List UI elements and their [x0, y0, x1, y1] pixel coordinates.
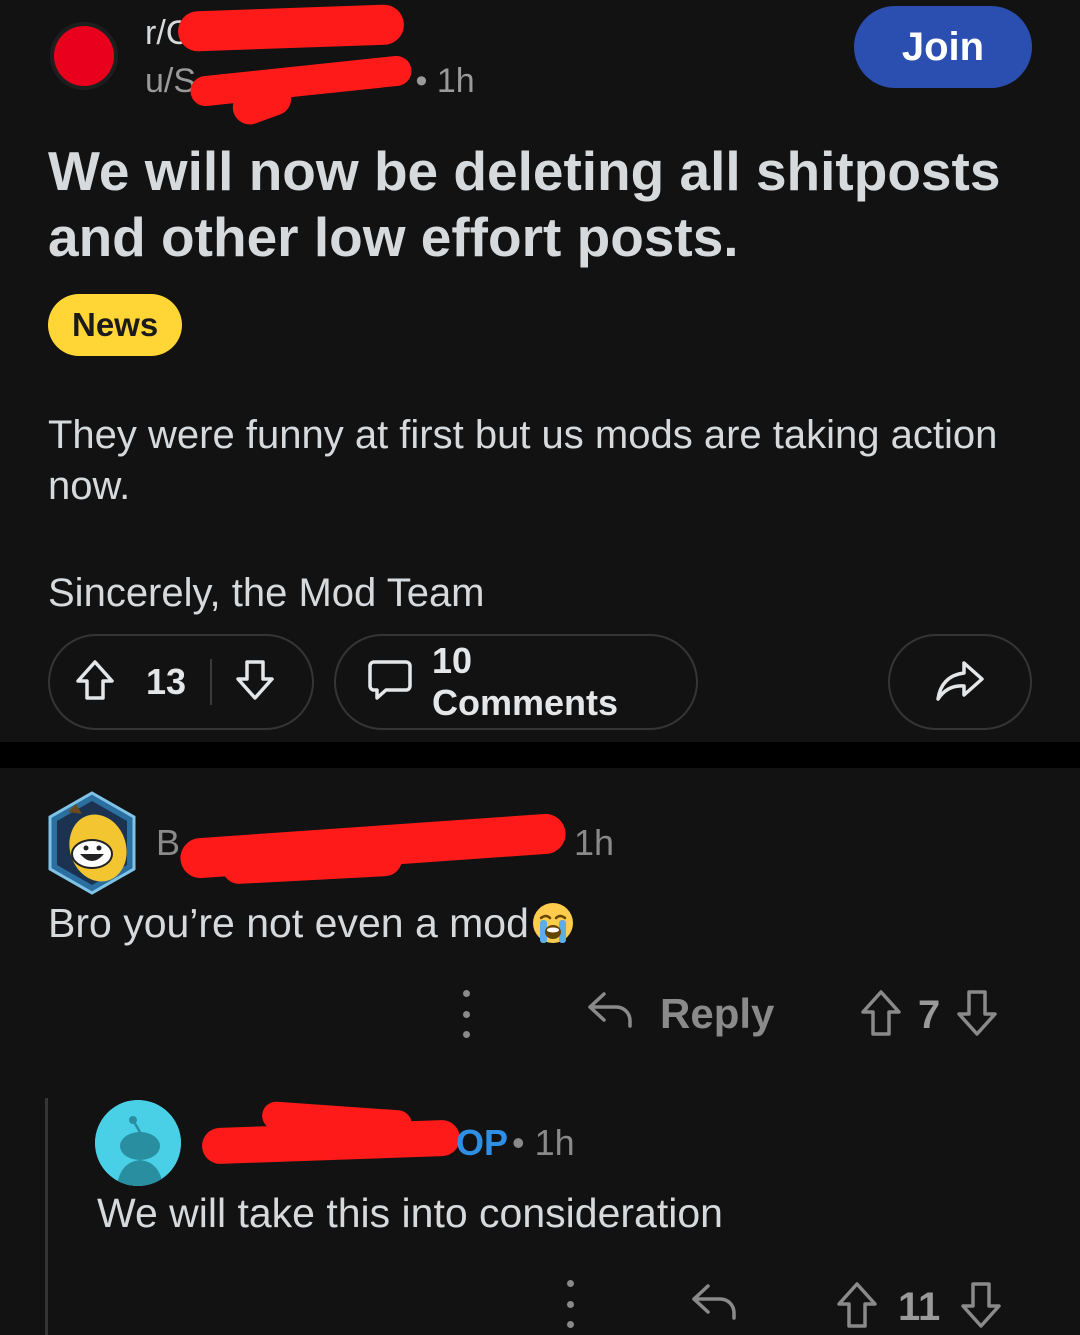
downvote-arrow-icon[interactable] — [958, 1280, 1004, 1335]
reply-arrow-icon — [690, 1284, 738, 1326]
downvote-arrow-icon[interactable] — [954, 988, 1000, 1043]
post-body: They were funny at first but us mods are… — [48, 410, 1028, 619]
comment-score: 11 — [898, 1285, 941, 1329]
comment-text: We will take this into consideration — [97, 1190, 723, 1236]
upvote-arrow-icon[interactable] — [72, 657, 118, 708]
redaction-mark — [177, 4, 405, 52]
thread-line[interactable] — [45, 1098, 48, 1335]
vote-separator — [210, 659, 213, 705]
post-flair[interactable]: News — [48, 294, 183, 356]
vertical-ellipsis-icon[interactable] — [452, 990, 480, 1038]
redaction-mark — [54, 26, 114, 86]
op-badge: OP — [456, 1122, 509, 1163]
section-divider — [0, 742, 1080, 768]
comments-count-label: 10 Comments — [432, 640, 619, 723]
subreddit-avatar[interactable] — [50, 22, 118, 90]
upvote-arrow-icon[interactable] — [834, 1280, 880, 1335]
comment-age: • 1h — [512, 1122, 575, 1163]
comment-score: 7 — [918, 993, 941, 1037]
post-author: u/S — [145, 62, 197, 100]
upvote-arrow-icon[interactable] — [858, 988, 904, 1043]
comment-vote-controls: 7 — [858, 988, 1000, 1043]
post-score: 13 — [146, 661, 187, 702]
reply-label: Reply — [660, 990, 775, 1037]
speech-bubble-icon — [366, 657, 414, 708]
downvote-arrow-icon[interactable] — [232, 657, 278, 708]
reply-button[interactable]: Reply — [586, 988, 774, 1040]
post-age: 1h — [436, 62, 475, 100]
join-button[interactable]: Join — [854, 6, 1032, 88]
post-body-paragraph: They were funny at first but us mods are… — [48, 413, 998, 508]
share-button[interactable] — [888, 634, 1032, 730]
comment-text: Bro you’re not even a mod — [48, 900, 575, 955]
commenter-avatar[interactable] — [95, 1100, 181, 1186]
reply-button[interactable] — [690, 1280, 738, 1327]
comments-button[interactable]: 10 Comments — [334, 634, 698, 730]
post-title[interactable]: We will now be deleting all shitposts an… — [48, 138, 1048, 270]
commenter-avatar[interactable] — [46, 790, 138, 896]
post-vote-pill: 13 — [48, 634, 314, 730]
comment-age: 1h — [574, 822, 615, 863]
share-arrow-icon — [934, 657, 986, 708]
reply-arrow-icon — [586, 988, 634, 1040]
vertical-ellipsis-icon[interactable] — [556, 1280, 584, 1328]
commenter-username[interactable]: B — [156, 822, 180, 864]
comment-vote-controls: 11 — [834, 1280, 1004, 1335]
loudly-crying-face-emoji — [531, 901, 575, 955]
post-body-paragraph: Sincerely, the Mod Team — [48, 571, 485, 615]
